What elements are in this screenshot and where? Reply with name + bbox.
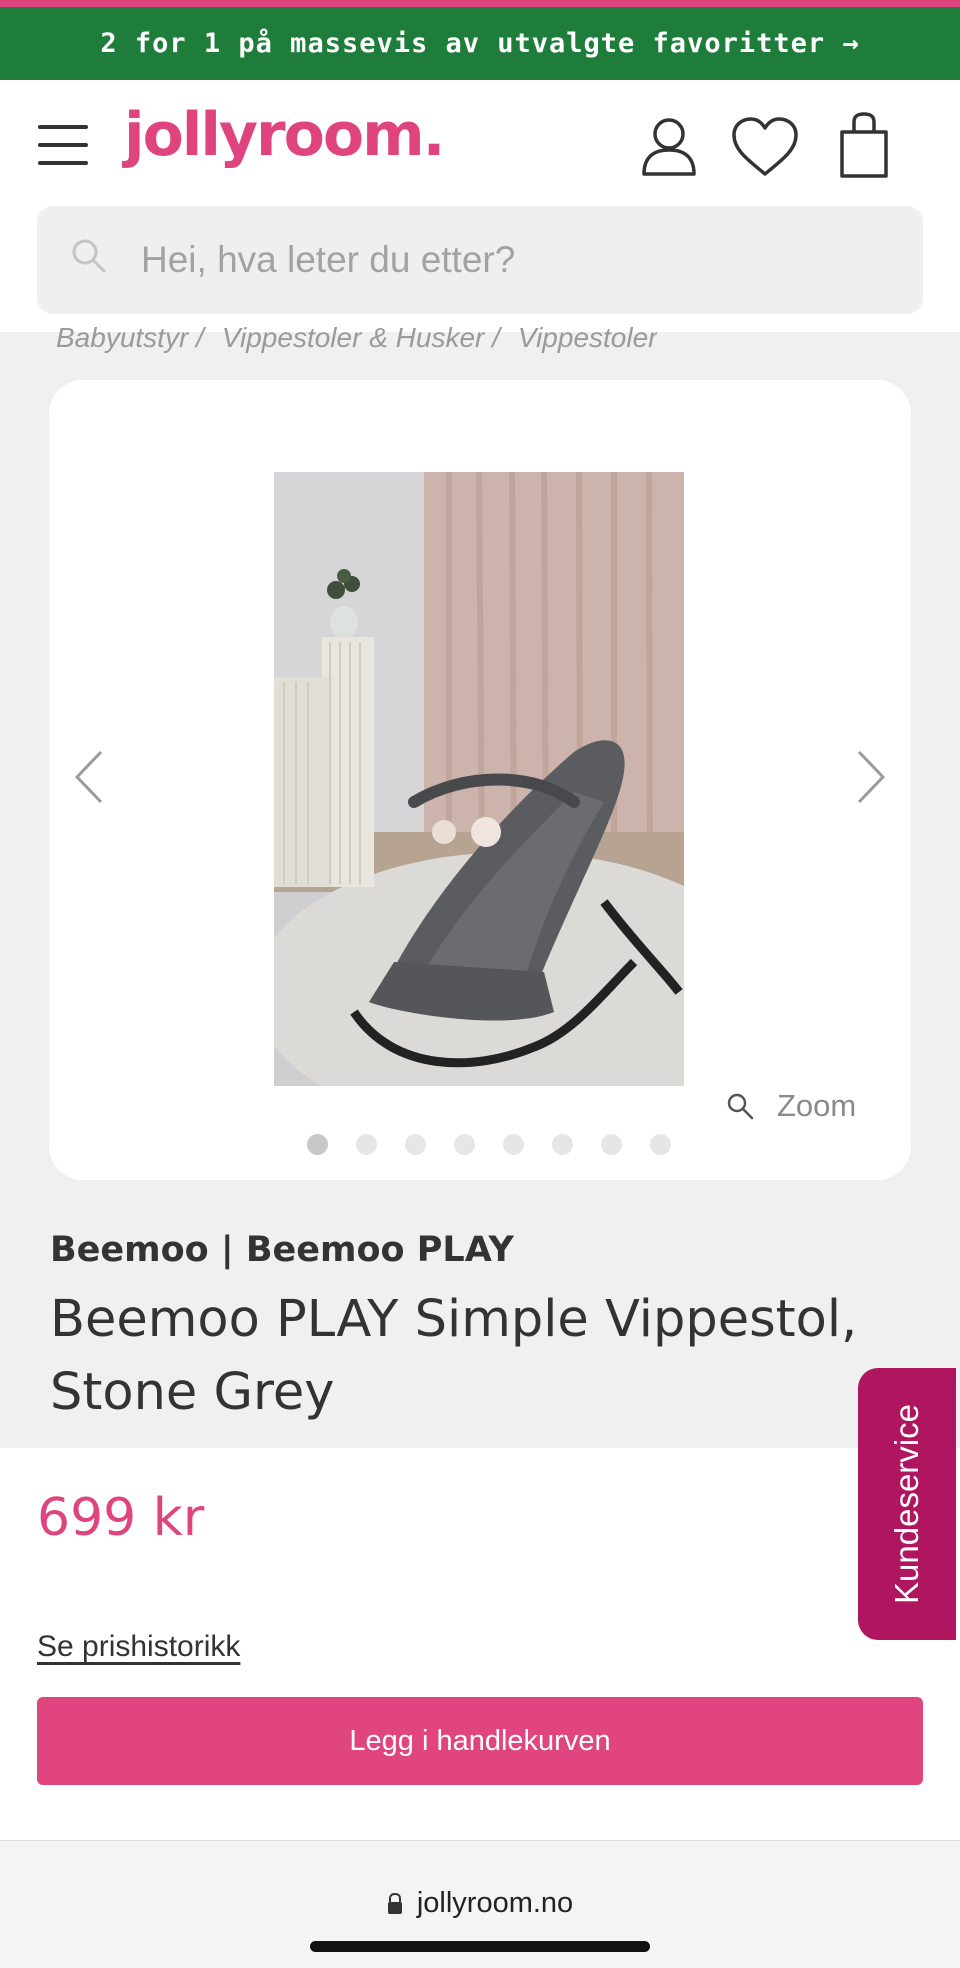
zoom-button[interactable]: Zoom (725, 1088, 856, 1124)
magnifier-icon (727, 1093, 754, 1120)
pagination-dot[interactable] (503, 1134, 524, 1155)
product-image[interactable] (274, 472, 684, 1086)
purchase-panel: 699 kr Se prishistorikk Legg i handlekur… (0, 1448, 960, 1840)
pagination-dot[interactable] (307, 1134, 328, 1155)
promo-banner[interactable]: 2 for 1 på massevis av utvalgte favoritt… (0, 7, 960, 80)
price-history-link[interactable]: Se prishistorikk (37, 1630, 240, 1664)
logo[interactable]: jollyroom. (124, 100, 445, 170)
url-text: jollyroom.no (416, 1887, 574, 1919)
search-input[interactable] (141, 206, 901, 314)
breadcrumb-item-babyutstyr[interactable]: Babyutstyr / (56, 322, 204, 354)
breadcrumb-item-vippestoler-husker[interactable]: Vippestoler & Husker / (222, 322, 500, 354)
customer-service-label: Kundeservice (888, 1404, 926, 1604)
customer-service-tab[interactable]: Kundeservice (858, 1368, 956, 1640)
pagination-dot[interactable] (650, 1134, 671, 1155)
user-icon[interactable] (640, 116, 698, 178)
product-price: 699 kr (37, 1488, 205, 1548)
product-title: Beemoo PLAY Simple Vippestol, Stone Grey (50, 1290, 858, 1422)
chevron-right-icon[interactable] (853, 748, 889, 806)
url-display[interactable]: jollyroom.no (0, 1887, 960, 1920)
home-indicator[interactable] (310, 1941, 650, 1952)
pagination-dot[interactable] (356, 1134, 377, 1155)
top-accent-line (0, 0, 960, 7)
zoom-label: Zoom (777, 1088, 857, 1123)
shopping-bag-icon[interactable] (836, 112, 892, 180)
browser-url-bar: jollyroom.no (0, 1840, 960, 1968)
gallery-pagination (307, 1134, 671, 1155)
product-brand[interactable]: Beemoo | Beemoo PLAY (50, 1230, 514, 1270)
site-header: jollyroom. (0, 80, 960, 332)
search-bar[interactable] (37, 206, 923, 314)
lock-icon (387, 1892, 402, 1914)
breadcrumb: Babyutstyr / Vippestoler & Husker / Vipp… (56, 322, 657, 354)
breadcrumb-item-vippestoler[interactable]: Vippestoler (518, 322, 658, 354)
heart-icon[interactable] (730, 116, 800, 178)
search-icon (72, 239, 106, 273)
hamburger-menu-icon[interactable] (38, 125, 88, 165)
product-gallery: Zoom (49, 380, 911, 1180)
page: 2 for 1 på massevis av utvalgte favoritt… (0, 0, 960, 1968)
pagination-dot[interactable] (601, 1134, 622, 1155)
pagination-dot[interactable] (552, 1134, 573, 1155)
add-to-cart-button[interactable]: Legg i handlekurven (37, 1697, 923, 1785)
chevron-left-icon[interactable] (71, 748, 107, 806)
pagination-dot[interactable] (405, 1134, 426, 1155)
pagination-dot[interactable] (454, 1134, 475, 1155)
